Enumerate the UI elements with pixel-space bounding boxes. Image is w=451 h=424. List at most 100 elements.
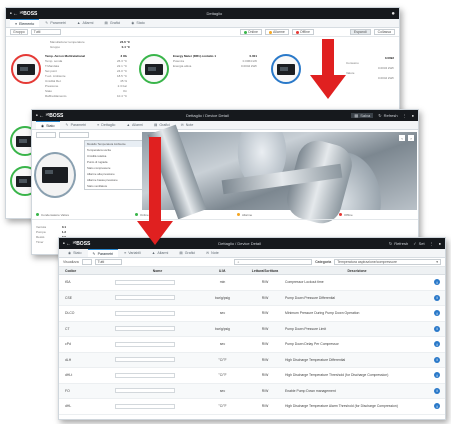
more-icon[interactable]: ⋮ xyxy=(403,113,407,118)
search-input[interactable]: ⌕ xyxy=(234,259,313,265)
filter-label: Gruppo xyxy=(10,29,28,35)
refresh-button[interactable]: ↻ Refresh xyxy=(389,241,408,246)
tab-bar: ≡ Elemento ✎ Parametri ▲ Allarmi ▤ Grafici ◉… xyxy=(6,19,399,28)
photo-next-icon[interactable]: › xyxy=(408,135,414,141)
wrench-icon: ✎ xyxy=(45,21,49,25)
info-icon[interactable]: i xyxy=(434,341,440,348)
user-icon[interactable]: ● xyxy=(412,113,414,118)
view-select[interactable] xyxy=(36,131,56,138)
table-row[interactable]: FO sec R/W Enable Pump Down management i xyxy=(59,383,445,399)
table-row[interactable]: dHLt °C/°F R/W High Discharge Temperature T… xyxy=(59,368,445,384)
param-access: R/W xyxy=(261,373,269,378)
tab-note[interactable]: ✉ Note xyxy=(201,249,224,257)
tab-parametri[interactable]: ✎ Parametri xyxy=(40,19,71,27)
refresh-button[interactable]: ↻ Refresh xyxy=(378,113,397,118)
param-description: High Discharge Temperature Alarm Thresho… xyxy=(285,404,398,409)
collapse-button[interactable]: Collassa xyxy=(373,29,395,35)
param-unit: sec xyxy=(219,311,226,316)
photo-prev-icon[interactable]: ‹ xyxy=(399,135,405,141)
device-title: Temp. Aircon Multirelational xyxy=(45,54,86,58)
param-name-box xyxy=(115,279,175,285)
info-icon[interactable]: i xyxy=(434,372,440,379)
param-code: dLH xyxy=(65,357,72,362)
set-button[interactable]: ✓ Set xyxy=(413,241,424,246)
table-row[interactable]: dLH °C/°F R/W High Discharge Temperature Di… xyxy=(59,352,445,368)
category-label: Categoria xyxy=(315,260,332,264)
tab-note[interactable]: ✉ Note xyxy=(176,121,199,129)
wrench-icon: ✎ xyxy=(92,251,96,256)
tab-bar: ◉ Stato ✎ Parametri ≡ Variabili ▲ Allarmi ▤ G… xyxy=(59,249,445,258)
param-description: Pump Down Delay Per Compressor xyxy=(285,342,339,347)
info-icon[interactable]: i xyxy=(434,310,440,317)
tab-parametri[interactable]: ✎ Parametri xyxy=(87,249,119,257)
tab-stato[interactable]: ◉ Stato xyxy=(63,249,87,257)
param-name xyxy=(115,372,200,378)
param-access: R/W xyxy=(261,404,269,409)
mode-select[interactable] xyxy=(59,131,89,138)
param-unit: °C/°F xyxy=(218,373,227,378)
table-row[interactable]: dHL °C/°F R/W High Discharge Temperature Al… xyxy=(59,399,445,415)
tab-grafici[interactable]: ▤ Grafici xyxy=(99,19,125,27)
filter-offline[interactable]: Offline xyxy=(291,29,314,35)
tab-grafici[interactable]: ▤ Grafici xyxy=(174,249,200,257)
param-code: dHL xyxy=(65,404,72,409)
device-card-meter-values: 0.0092 Consumo 0.0034 kWh Valore 0.0042 … xyxy=(346,56,394,80)
user-icon[interactable]: ● xyxy=(391,11,395,17)
mode-select[interactable]: Tutti xyxy=(94,259,122,265)
group-select[interactable]: Tutti xyxy=(30,29,61,35)
bell-icon: ▲ xyxy=(151,251,156,255)
window-titlebar: • ← ¹⁰BOSS Dettaglio ● xyxy=(6,8,399,19)
param-code: CT xyxy=(65,326,70,331)
installation-photo: ‹ › xyxy=(142,124,417,228)
tab-stato[interactable]: ◉ Stato xyxy=(126,19,150,27)
tab-allarmi[interactable]: ▲ Allarmi xyxy=(121,121,148,129)
user-icon[interactable]: ● xyxy=(439,241,441,246)
info-icon[interactable]: i xyxy=(434,279,440,286)
device-image xyxy=(139,54,169,84)
tab-allarmi[interactable]: ▲ Allarmi xyxy=(72,19,99,27)
more-icon[interactable]: ⋮ xyxy=(430,241,434,246)
tab-allarmi[interactable]: ▲ Allarmi xyxy=(147,249,174,257)
filter-online[interactable]: Online xyxy=(239,29,262,35)
status-strip: Condensatore Valore Online Allarme Offli… xyxy=(32,210,418,220)
view-select[interactable] xyxy=(81,259,92,265)
param-access: R/W xyxy=(261,388,269,393)
table-row[interactable]: CT bar/g/psig R/W Pump Down Pressure Limit i xyxy=(59,321,445,337)
window-title: Dettaglio xyxy=(206,11,223,16)
info-icon[interactable]: i xyxy=(434,387,440,394)
filter-bar xyxy=(32,130,142,139)
param-name-box xyxy=(115,326,175,332)
info-icon[interactable]: i xyxy=(434,403,440,410)
param-access: R/W xyxy=(261,280,269,285)
param-name xyxy=(115,310,200,316)
filter-alarm[interactable]: Allarme xyxy=(264,29,289,35)
device-card-meter[interactable] xyxy=(271,54,301,84)
table-row[interactable]: DLCO sec R/W Minimum Pressure During Pump D… xyxy=(59,306,445,322)
status-icon: ◉ xyxy=(41,123,45,128)
refresh-icon: ↻ xyxy=(378,113,382,118)
tab-elemento[interactable]: ≡ Elemento xyxy=(10,19,40,27)
table-row[interactable]: cPd sec R/W Pump Down Delay Per Compressor i xyxy=(59,337,445,353)
bell-icon: ▲ xyxy=(76,21,81,25)
param-access: R/W xyxy=(261,357,269,362)
save-button[interactable]: ▦ Salva xyxy=(351,113,374,118)
category-select[interactable]: Temperatura aspirazione/compressore ▾ xyxy=(334,259,441,265)
param-code: cPd xyxy=(65,342,71,347)
table-row[interactable]: tSA min R/W Compressor Lockout time i xyxy=(59,275,445,291)
tab-parametri[interactable]: ✎ Parametri xyxy=(61,121,92,129)
info-icon[interactable]: i xyxy=(434,356,440,363)
param-name-box xyxy=(115,295,175,301)
device-card-aircon[interactable]: Temp. Aircon Multirelational 3 Ok Temp. s… xyxy=(11,54,127,98)
info-icon[interactable]: i xyxy=(434,294,440,301)
arrow-down-icon xyxy=(137,137,173,245)
table-row[interactable]: CSE bar/g/psig R/W Pump Down Pressure Diffe… xyxy=(59,290,445,306)
filter-bar: Gruppo Tutti Online Allarme Offline Espa… xyxy=(6,28,399,37)
info-icon[interactable]: i xyxy=(434,325,440,332)
wrench-icon: ✎ xyxy=(65,123,69,127)
expand-button[interactable]: Espandi xyxy=(349,29,371,35)
device-card-energy[interactable]: Energy Meter (DR1) contatto 1 0.001 Poten… xyxy=(139,54,257,84)
tab-stato[interactable]: ◉ Stato xyxy=(36,121,60,129)
tab-variabili[interactable]: ≡ Variabili xyxy=(119,249,146,257)
note-icon: ✉ xyxy=(206,251,210,255)
tab-dettaglio[interactable]: ≡ Dettaglio xyxy=(92,121,120,129)
